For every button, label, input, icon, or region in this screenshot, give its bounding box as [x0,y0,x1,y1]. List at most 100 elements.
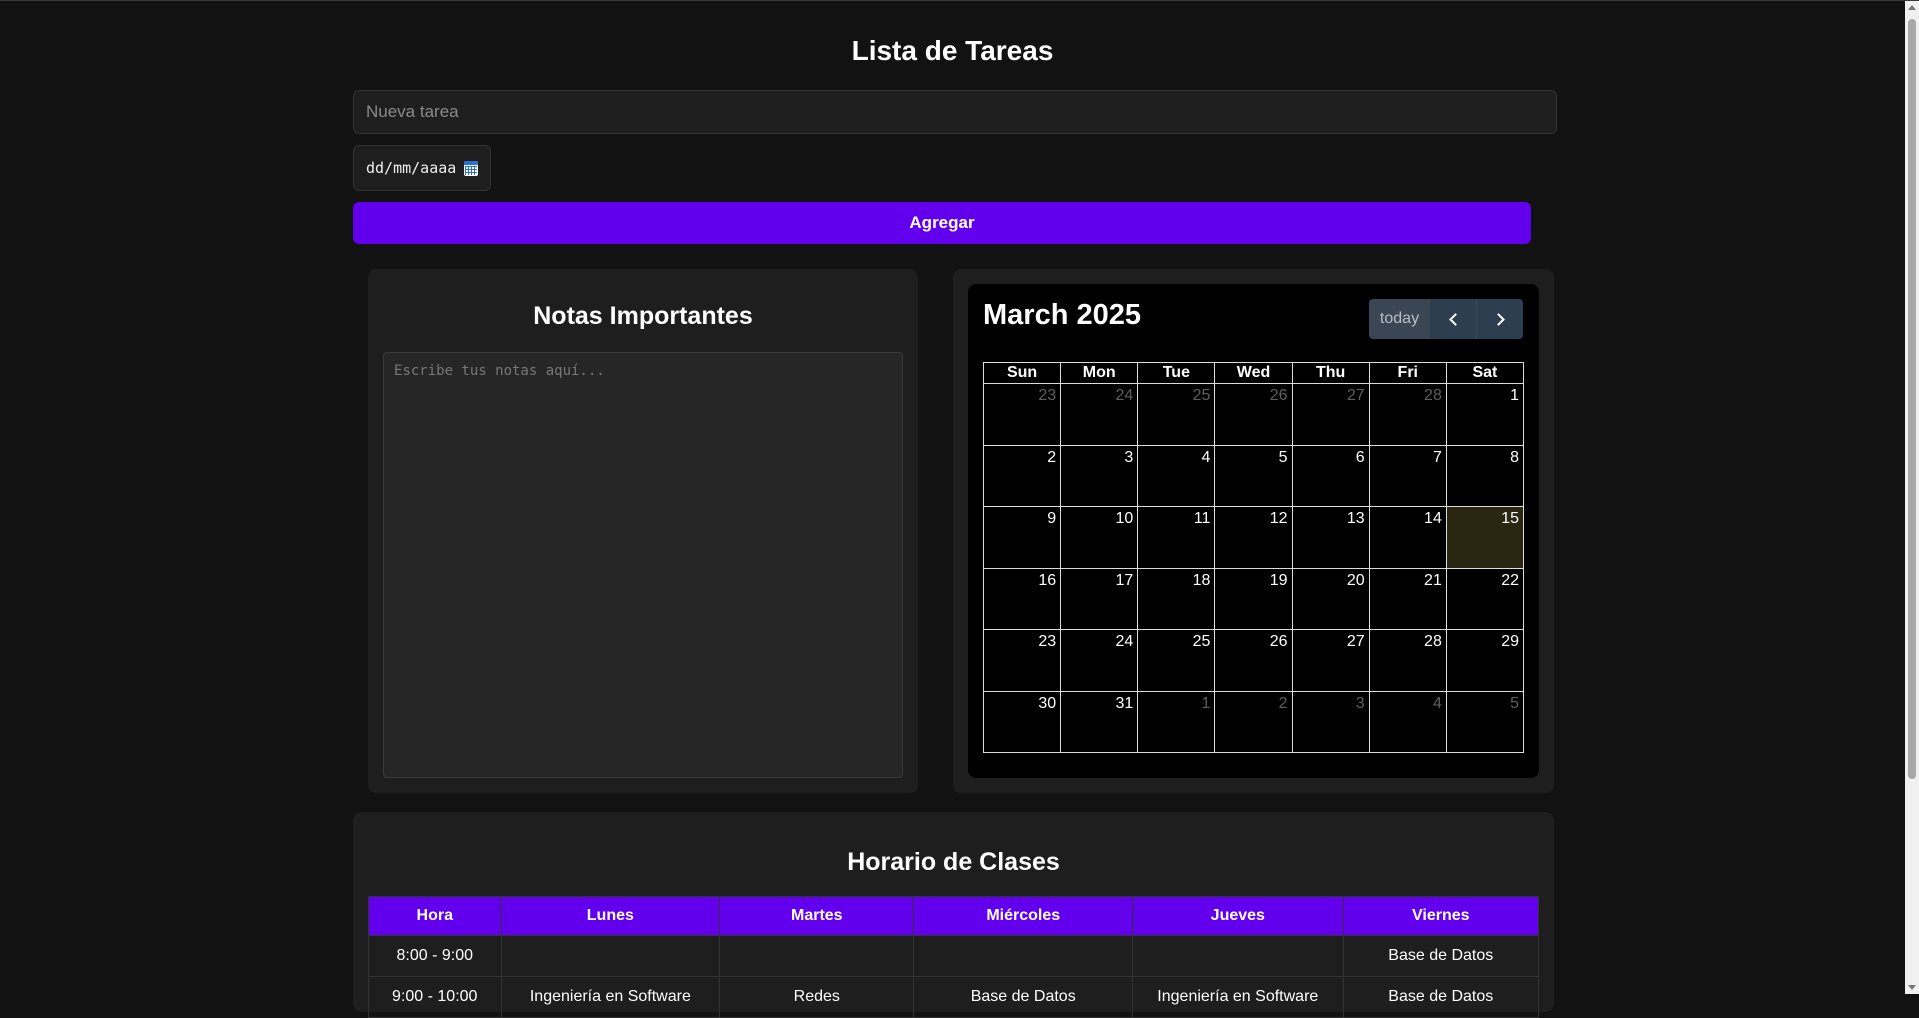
calendar-day-today[interactable]: 15 [1445,506,1525,569]
weekday-header: Tue [1137,362,1216,384]
calendar-day[interactable]: 22 [1445,567,1525,630]
schedule-cell [719,935,915,977]
schedule-column-header: Viernes [1342,896,1540,936]
calendar-day[interactable]: 2 [1214,690,1293,753]
calendar-title: March 2025 [983,299,1141,331]
schedule-column-header: Jueves [1132,896,1344,936]
weekday-header: Sat [1445,362,1525,384]
calendar-day[interactable]: 4 [1137,444,1216,507]
calendar-day[interactable]: 2 [982,444,1062,507]
prev-month-button[interactable] [1430,299,1476,339]
page-scrollbar[interactable] [1905,1,1919,994]
schedule-row: 8:00 - 9:00 Base de Datos [368,935,1540,977]
page-title: Lista de Tareas [851,35,1054,66]
calendar-day[interactable]: 13 [1291,506,1370,569]
schedule-cell: Redes [719,976,915,1018]
calendar-day[interactable]: 7 [1368,444,1447,507]
weekday-header-row: Sun Mon Tue Wed Thu Fri Sat [982,362,1525,384]
calendar-day[interactable]: 19 [1214,567,1293,630]
schedule-cell [1132,935,1344,977]
schedule-time-cell: 9:00 - 10:00 [368,976,502,1018]
notes-textarea[interactable] [383,352,903,778]
date-input[interactable]: dd/mm/aaaa [353,145,491,191]
calendar-icon[interactable] [464,160,479,176]
calendar-panel: March 2025 today Sun Mon Tue Wed Thu Fri Sat 2… [953,269,1554,793]
calendar-day[interactable]: 1 [1445,383,1525,446]
calendar-day[interactable]: 25 [1137,629,1216,692]
calendar-day[interactable]: 11 [1137,506,1216,569]
scroll-up-icon[interactable] [1908,5,1916,10]
schedule-column-header: Miércoles [913,896,1134,936]
calendar-day[interactable]: 30 [982,690,1062,753]
calendar-day[interactable]: 28 [1368,629,1447,692]
today-button[interactable]: today [1369,299,1430,339]
calendar-day[interactable]: 24 [1060,383,1139,446]
notes-panel: Notas Importantes [368,269,918,793]
notes-title: Notas Importantes [533,302,753,330]
calendar-day[interactable]: 31 [1060,690,1139,753]
calendar-day[interactable]: 3 [1291,690,1370,753]
calendar-day[interactable]: 21 [1368,567,1447,630]
calendar-week: 23 24 25 26 27 28 29 [982,629,1525,692]
calendar-day[interactable]: 23 [982,383,1062,446]
calendar-day[interactable]: 20 [1291,567,1370,630]
schedule-column-header: Hora [368,896,502,936]
calendar-day[interactable]: 12 [1214,506,1293,569]
weekday-header: Mon [1060,362,1139,384]
calendar-day[interactable]: 5 [1445,690,1525,753]
calendar: March 2025 today Sun Mon Tue Wed Thu Fri Sat 2… [968,284,1539,778]
schedule-table: Hora Lunes Martes Miércoles Jueves Viernes 8:… [368,896,1540,1018]
calendar-day[interactable]: 18 [1137,567,1216,630]
calendar-day[interactable]: 27 [1291,629,1370,692]
calendar-day[interactable]: 24 [1060,629,1139,692]
calendar-day[interactable]: 9 [982,506,1062,569]
calendar-week: 16 17 18 19 20 21 22 [982,567,1525,630]
calendar-day[interactable]: 1 [1137,690,1216,753]
schedule-cell [913,935,1134,977]
calendar-day[interactable]: 3 [1060,444,1139,507]
calendar-day[interactable]: 10 [1060,506,1139,569]
schedule-cell: Ingeniería en Software [500,976,721,1018]
calendar-day[interactable]: 26 [1214,629,1293,692]
scroll-down-icon[interactable] [1908,985,1916,990]
chevron-right-icon [1491,312,1505,326]
weekday-header: Wed [1214,362,1293,384]
schedule-time-cell: 8:00 - 9:00 [368,935,502,977]
calendar-day[interactable]: 8 [1445,444,1525,507]
weekday-header: Thu [1291,362,1370,384]
weekday-header: Sun [982,362,1062,384]
calendar-week: 9 10 11 12 13 14 15 [982,506,1525,569]
schedule-cell: Base de Datos [1342,935,1540,977]
calendar-week: 30 31 1 2 3 4 5 [982,690,1525,753]
task-input[interactable] [353,90,1557,134]
calendar-day[interactable]: 5 [1214,444,1293,507]
schedule-header-row: Hora Lunes Martes Miércoles Jueves Viernes [368,896,1540,936]
schedule-row: 9:00 - 10:00 Ingeniería en Software Redes B… [368,976,1540,1018]
chevron-left-icon [1448,312,1462,326]
calendar-week: 23 24 25 26 27 28 1 [982,383,1525,446]
next-month-button[interactable] [1476,299,1523,339]
calendar-toolbar: today [1369,299,1523,339]
calendar-day[interactable]: 6 [1291,444,1370,507]
calendar-day[interactable]: 14 [1368,506,1447,569]
date-input-text: dd/mm/aaaa [366,159,457,177]
calendar-week: 2345678 [982,444,1525,507]
schedule-title: Horario de Clases [847,848,1060,876]
calendar-grid: Sun Mon Tue Wed Thu Fri Sat 23 24 25 26 27 28 1 2 3 4 5 6… [982,362,1525,753]
weekday-header: Fri [1368,362,1447,384]
calendar-day[interactable]: 16 [982,567,1062,630]
schedule-cell: Ingeniería en Software [1132,976,1344,1018]
calendar-day[interactable]: 27 [1291,383,1370,446]
add-task-button[interactable]: Agregar [353,202,1531,244]
calendar-day[interactable]: 25 [1137,383,1216,446]
scrollbar-thumb[interactable] [1908,19,1916,779]
calendar-day[interactable]: 26 [1214,383,1293,446]
calendar-day[interactable]: 4 [1368,690,1447,753]
calendar-day[interactable]: 17 [1060,567,1139,630]
schedule-cell: Base de Datos [913,976,1134,1018]
calendar-day[interactable]: 23 [982,629,1062,692]
calendar-day[interactable]: 28 [1368,383,1447,446]
calendar-body: 23 24 25 26 27 28 1 2 3 4 5 6 7 8 9 10 11 12 13 14 15 16 17 18 1… [982,383,1525,753]
calendar-day[interactable]: 29 [1445,629,1525,692]
schedule-body: 8:00 - 9:00 Base de Datos 9:00 - 10:00 Inge… [368,935,1540,1018]
